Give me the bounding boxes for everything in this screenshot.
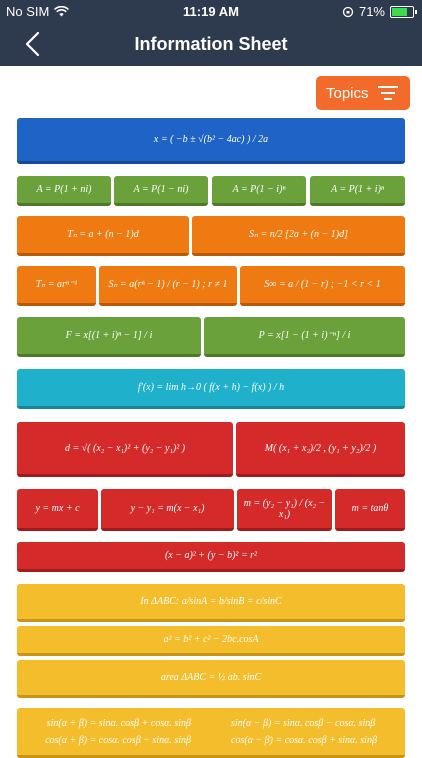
formula-compound-depreciation[interactable]: A = P(1 − i)ⁿ	[212, 176, 306, 206]
nav-bar: Information Sheet	[0, 22, 422, 66]
formula-text: cos(α − β) = cosα. cosβ + sinα. sinβ	[231, 734, 377, 746]
formula-text: A = P(1 + ni)	[36, 184, 92, 195]
formula-text: Sₙ = n/2 [2a + (n − 1)d]	[249, 229, 348, 240]
formula-compound-angles[interactable]: sin(α + β) = sinα. cosβ + cosα. sinβ sin…	[17, 708, 405, 758]
formula-circle[interactable]: (x − a)² + (y − b)² = r²	[17, 542, 405, 572]
status-right: 71%	[342, 4, 417, 19]
battery-percent: 71%	[358, 4, 385, 19]
formula-text: y = mx + c	[35, 503, 80, 514]
formula-cosine-rule[interactable]: a² = b² + c² − 2bc.cosA	[17, 626, 405, 656]
formula-arithmetic-sum[interactable]: Sₙ = n/2 [2a + (n − 1)d]	[192, 216, 405, 256]
formula-text: A = P(1 − ni)	[133, 184, 189, 195]
compound-row-cos: cos(α + β) = cosα. cosβ − sinα. sinβ cos…	[45, 735, 377, 746]
formula-sine-rule[interactable]: In ΔABC: a/sinA = b/sinB = c/sinC	[17, 584, 405, 622]
formula-simple-interest[interactable]: A = P(1 + ni)	[17, 176, 111, 206]
formula-text: m = tanθ	[351, 503, 389, 514]
battery-icon	[390, 5, 417, 18]
formula-text: y − y₁ = m(x − x₁)	[130, 503, 205, 514]
formula-text: (x − a)² + (y − b)² = r²	[164, 550, 258, 561]
formula-present-value[interactable]: P = x[1 − (1 + i)⁻ⁿ] / i	[204, 317, 405, 357]
orientation-lock-icon	[342, 6, 354, 17]
formula-compound-interest[interactable]: A = P(1 + i)ⁿ	[310, 176, 405, 206]
formula-future-value[interactable]: F = x[(1 + i)ⁿ − 1] / i	[17, 317, 201, 357]
formula-geometric-sum[interactable]: Sₙ = a(rⁿ − 1) / (r − 1) ; r ≠ 1	[99, 266, 237, 306]
formula-text: Tₙ = a + (n − 1)d	[67, 229, 139, 240]
formula-text: sin(α + β) = sinα. cosβ + cosα. sinβ	[46, 717, 191, 729]
formula-gradient[interactable]: m = (y₂ − y₁) / (x₂ − x₁)	[237, 489, 332, 531]
formula-text: f′(x) = lim h→0 ( f(x + h) − f(x) ) / h	[137, 382, 285, 393]
formula-text: x = ( −b ± √(b² − 4ac) ) / 2a	[153, 134, 269, 145]
formula-text: S∞ = a / (1 − r) ; −1 < r < 1	[264, 279, 381, 290]
formula-text: Sₙ = a(rⁿ − 1) / (r − 1) ; r ≠ 1	[108, 279, 228, 290]
formula-derivative[interactable]: f′(x) = lim h→0 ( f(x + h) − f(x) ) / h	[17, 369, 405, 409]
formula-text: F = x[(1 + i)ⁿ − 1] / i	[65, 330, 153, 341]
formula-text: A = P(1 − i)ⁿ	[232, 184, 286, 195]
formula-text: a² = b² + c² − 2bc.cosA	[163, 634, 259, 645]
page-title: Information Sheet	[134, 34, 288, 54]
formula-area-rule[interactable]: area ΔABC = ½ ab. sinC	[17, 660, 405, 698]
formula-arithmetic-term[interactable]: Tₙ = a + (n − 1)d	[17, 216, 189, 256]
status-bar: No SIM 11:19 AM 71%	[0, 0, 422, 22]
formula-straight-line[interactable]: y = mx + c	[17, 489, 98, 531]
formula-distance[interactable]: d = √( (x₂ − x₁)² + (y₂ − y₁)² )	[17, 422, 233, 477]
formula-point-gradient[interactable]: y − y₁ = m(x − x₁)	[101, 489, 234, 531]
formula-text: sin(α − β) = sinα. cosβ − cosα. sinβ	[231, 717, 376, 729]
formula-simple-depreciation[interactable]: A = P(1 − ni)	[114, 176, 208, 206]
formula-text: m = (y₂ − y₁) / (x₂ − x₁)	[243, 497, 326, 520]
topics-button[interactable]: Topics	[316, 76, 410, 110]
formula-quadratic[interactable]: x = ( −b ± √(b² − 4ac) ) / 2a	[17, 118, 405, 164]
compound-row-sin: sin(α + β) = sinα. cosβ + cosα. sinβ sin…	[47, 718, 376, 729]
formula-midpoint[interactable]: M( (x₁ + x₂)/2 , (y₁ + y₂)/2 )	[236, 422, 405, 477]
formula-text: A = P(1 + i)ⁿ	[330, 184, 385, 195]
formula-text: M( (x₁ + x₂)/2 , (y₁ + y₂)/2 )	[264, 442, 377, 454]
formula-geometric-infinite-sum[interactable]: S∞ = a / (1 − r) ; −1 < r < 1	[240, 266, 405, 306]
formula-text: d = √( (x₂ − x₁)² + (y₂ − y₁)² )	[64, 442, 186, 454]
formula-geometric-term[interactable]: Tₙ = arⁿ⁻¹	[17, 266, 96, 306]
formula-inclination[interactable]: m = tanθ	[335, 489, 405, 531]
menu-icon	[378, 86, 398, 100]
formula-text: Tₙ = arⁿ⁻¹	[35, 279, 78, 290]
formula-text: cos(α + β) = cosα. cosβ − sinα. sinβ	[45, 734, 191, 746]
formula-text: In ΔABC: a/sinA = b/sinB = c/sinC	[140, 596, 282, 607]
topics-label: Topics	[326, 84, 369, 102]
formula-text: P = x[1 − (1 + i)⁻ⁿ] / i	[258, 330, 351, 341]
formula-text: area ΔABC = ½ ab. sinC	[160, 672, 262, 683]
